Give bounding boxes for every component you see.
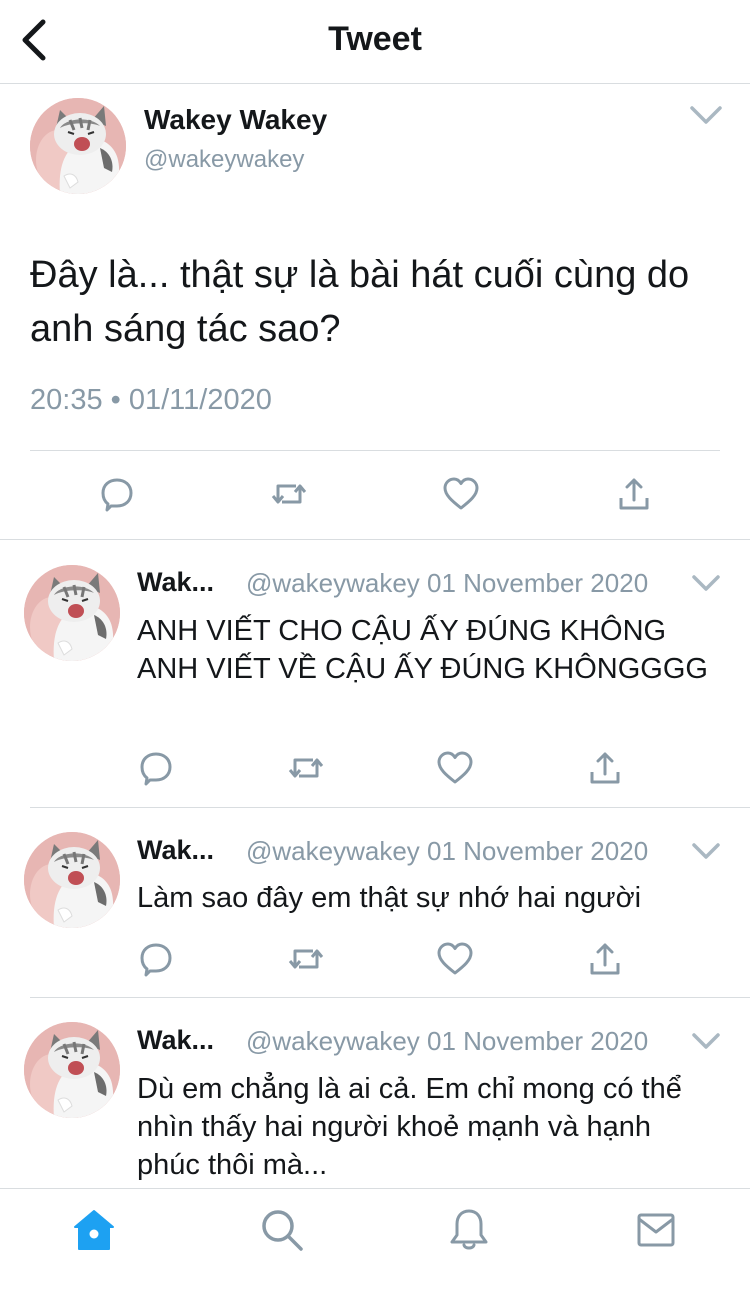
reply-icon bbox=[101, 478, 133, 512]
reply-meta: @wakeywakey 01 November 2020 bbox=[246, 568, 649, 598]
search-icon bbox=[262, 1210, 303, 1251]
retweet-icon bbox=[271, 484, 307, 504]
like-icon bbox=[437, 942, 473, 975]
tab-search[interactable] bbox=[257, 1205, 307, 1255]
reply-author-name[interactable]: Wak... bbox=[137, 835, 214, 866]
cat-avatar-image bbox=[24, 1022, 120, 1118]
cat-avatar-image bbox=[30, 98, 126, 194]
tweet-menu-button[interactable] bbox=[688, 100, 724, 130]
chevron-down-icon bbox=[692, 1033, 720, 1049]
reply-text: ANH VIẾT CHO CẬU ẤY ĐÚNG KHÔNG ANH VIẾT … bbox=[137, 615, 708, 685]
chevron-down-icon bbox=[692, 575, 720, 591]
reply-author-name[interactable]: Wak... bbox=[137, 567, 214, 598]
share-button[interactable] bbox=[612, 472, 656, 516]
share-button[interactable] bbox=[583, 746, 627, 790]
share-icon bbox=[590, 943, 620, 975]
avatar[interactable] bbox=[24, 832, 120, 928]
reply-menu-button[interactable] bbox=[690, 838, 722, 864]
retweet-button[interactable] bbox=[284, 937, 328, 981]
reply-button[interactable] bbox=[134, 937, 178, 981]
reply-meta: @wakeywakey 01 November 2020 bbox=[246, 836, 649, 866]
reply-text: Dù em chẳng là ai cả. Em chỉ mong có thể… bbox=[137, 1073, 682, 1181]
tweet-timestamp: 20:35 • 01/11/2020 bbox=[30, 384, 272, 416]
reply-icon bbox=[140, 943, 172, 977]
cat-avatar-image bbox=[24, 565, 120, 661]
avatar[interactable] bbox=[24, 1022, 120, 1118]
author-handle[interactable]: @wakeywakey bbox=[144, 146, 304, 174]
reply-author-name[interactable]: Wak... bbox=[137, 1025, 214, 1056]
like-icon bbox=[443, 477, 479, 510]
retweet-button[interactable] bbox=[267, 472, 311, 516]
retweet-icon bbox=[288, 949, 324, 969]
messages-icon bbox=[637, 1213, 675, 1247]
like-button[interactable] bbox=[439, 472, 483, 516]
chevron-down-icon bbox=[690, 106, 722, 124]
tab-messages[interactable] bbox=[631, 1205, 681, 1255]
share-icon bbox=[619, 478, 649, 510]
share-button[interactable] bbox=[583, 937, 627, 981]
cat-avatar-image bbox=[24, 832, 120, 928]
tab-home[interactable] bbox=[69, 1205, 119, 1255]
reply-button[interactable] bbox=[95, 472, 139, 516]
bottom-tab-bar bbox=[0, 1188, 750, 1289]
avatar[interactable] bbox=[24, 565, 120, 661]
reply-menu-button[interactable] bbox=[690, 1028, 722, 1054]
reply-button[interactable] bbox=[134, 746, 178, 790]
tab-notifications[interactable] bbox=[444, 1205, 494, 1255]
author-name[interactable]: Wakey Wakey bbox=[144, 104, 327, 136]
reply-meta: @wakeywakey 01 November 2020 bbox=[246, 1026, 649, 1056]
like-icon bbox=[437, 751, 473, 784]
reply-icon bbox=[140, 752, 172, 786]
tweet-text: Đây là... thật sự là bài hát cuối cùng d… bbox=[30, 254, 690, 350]
avatar[interactable] bbox=[30, 98, 126, 194]
page-title: Tweet bbox=[328, 20, 422, 58]
chevron-down-icon bbox=[692, 843, 720, 859]
retweet-icon bbox=[288, 758, 324, 778]
retweet-button[interactable] bbox=[284, 746, 328, 790]
home-icon bbox=[74, 1210, 114, 1250]
top-bar: Tweet bbox=[0, 0, 750, 84]
reply-menu-button[interactable] bbox=[690, 570, 722, 596]
notifications-icon bbox=[450, 1209, 488, 1250]
divider bbox=[30, 450, 720, 451]
share-icon bbox=[590, 752, 620, 784]
like-button[interactable] bbox=[433, 746, 477, 790]
like-button[interactable] bbox=[433, 937, 477, 981]
reply-text: Làm sao đây em thật sự nhớ hai người bbox=[137, 882, 642, 914]
